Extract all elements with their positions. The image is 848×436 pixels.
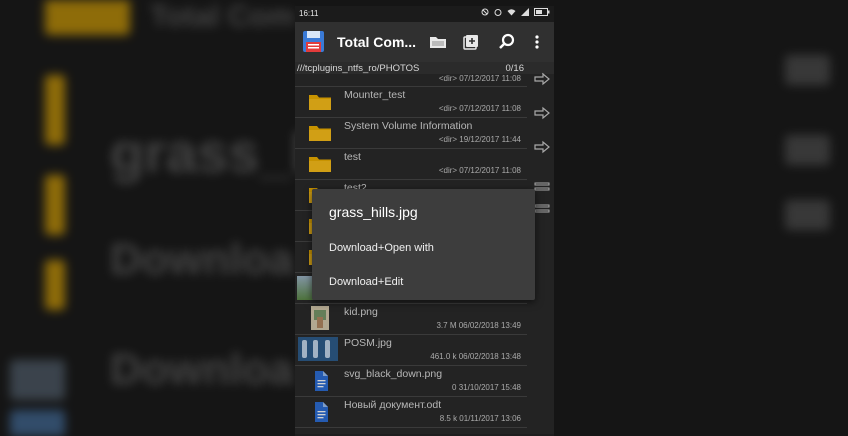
no-disturb-icon xyxy=(481,8,489,16)
list-item[interactable]: <dir> 07/12/2017 11:08 xyxy=(295,69,527,87)
list-item[interactable]: Mounter_test <dir> 07/12/2017 11:08 xyxy=(295,86,527,118)
item-info: 3.7 M 06/02/2018 13:49 xyxy=(436,321,521,330)
item-name: kid.png xyxy=(344,306,378,318)
bg-thumbnail xyxy=(10,410,65,436)
drag-handle-icon[interactable] xyxy=(534,180,550,194)
bg-big-text: Downloa xyxy=(110,345,294,394)
item-info: <dir> 19/12/2017 11:44 xyxy=(438,135,521,144)
item-name: System Volume Information xyxy=(344,120,473,132)
drag-handle-icon[interactable] xyxy=(534,202,550,216)
item-info: 461.0 k 06/02/2018 13:48 xyxy=(430,352,521,361)
status-bar: 16:11 xyxy=(295,6,554,22)
item-name: Mounter_test xyxy=(344,89,406,101)
bg-folder-icon xyxy=(45,175,65,235)
list-item[interactable]: svg_black_down.png 0 31/10/2017 15:48 xyxy=(295,365,527,397)
image-thumbnail xyxy=(298,337,338,361)
signal-icon xyxy=(521,8,529,16)
wifi-icon xyxy=(507,9,516,16)
item-name: svg_black_down.png xyxy=(344,368,443,380)
bg-folder-icon xyxy=(45,75,65,145)
more-vert-icon[interactable] xyxy=(527,32,547,52)
list-item[interactable]: kid.png 3.7 M 06/02/2018 13:49 xyxy=(295,303,527,335)
list-item[interactable]: Новый документ.odt 8.5 k 01/11/2017 13:06 xyxy=(295,396,527,428)
bg-folder-icon xyxy=(45,0,130,35)
alarm-icon xyxy=(494,9,502,16)
item-info: <dir> 07/12/2017 11:08 xyxy=(438,166,521,175)
option-label: Download+Open with xyxy=(329,242,434,254)
status-icons xyxy=(481,8,550,16)
item-name: test xyxy=(344,151,361,163)
app-bar: Total Com... xyxy=(295,22,554,62)
item-info: 0 31/10/2017 15:48 xyxy=(452,383,521,392)
folder-icon xyxy=(308,154,332,174)
app-title: Total Com... xyxy=(337,34,417,50)
image-thumbnail xyxy=(308,306,332,330)
bg-arrow xyxy=(785,200,830,230)
dialog-title: grass_hills.jpg xyxy=(329,204,418,220)
phone-screen: 16:11 Total Com... ///tcplugins_ntfs_ro/… xyxy=(295,6,554,436)
battery-icon xyxy=(534,8,550,16)
floppy-disk-icon[interactable] xyxy=(303,31,324,52)
bg-thumbnail xyxy=(10,360,65,400)
folder-icon xyxy=(308,92,332,112)
context-dialog: grass_hills.jpg Download+Open with Downl… xyxy=(312,189,535,300)
bg-arrow xyxy=(785,55,830,85)
download-open-with-option[interactable]: Download+Open with xyxy=(312,234,535,264)
item-name: POSM.jpg xyxy=(344,337,392,349)
item-info: <dir> 07/12/2017 11:08 xyxy=(438,104,521,113)
item-name: Новый документ.odt xyxy=(344,399,442,411)
folder-icon xyxy=(308,123,332,143)
bg-title-text: Total Com xyxy=(150,0,295,33)
list-item[interactable]: test <dir> 07/12/2017 11:08 xyxy=(295,148,527,180)
list-item[interactable]: POSM.jpg 461.0 k 06/02/2018 13:48 xyxy=(295,334,527,366)
item-info: 8.5 k 01/11/2017 13:06 xyxy=(439,414,521,423)
item-info: <dir> 07/12/2017 11:08 xyxy=(438,74,521,83)
search-icon[interactable] xyxy=(497,32,517,52)
bg-arrow xyxy=(785,135,830,165)
bg-folder-icon xyxy=(45,260,65,310)
document-icon xyxy=(308,402,332,422)
list-item[interactable]: System Volume Information <dir> 19/12/201… xyxy=(295,117,527,149)
download-edit-option[interactable]: Download+Edit xyxy=(312,268,535,298)
folder-icon[interactable] xyxy=(428,32,448,52)
document-icon xyxy=(308,371,332,391)
bg-big-text: Downloa xyxy=(110,235,294,284)
bookmark-add-icon[interactable] xyxy=(461,32,481,52)
arrow-right-icon[interactable] xyxy=(534,72,550,86)
option-label: Download+Edit xyxy=(329,276,404,288)
status-time: 16:11 xyxy=(299,9,319,18)
arrow-right-icon[interactable] xyxy=(534,106,550,120)
arrow-right-icon[interactable] xyxy=(534,140,550,154)
